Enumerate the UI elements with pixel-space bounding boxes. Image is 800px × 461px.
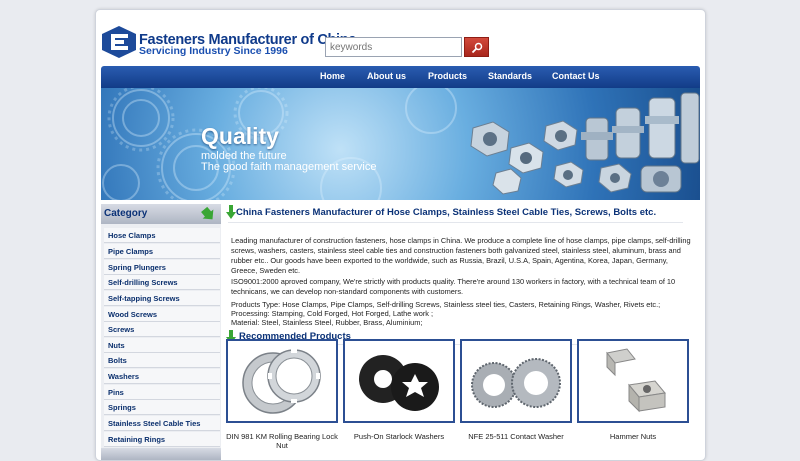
search-input[interactable] <box>325 37 462 57</box>
page-heading: China Fasteners Manufacturer of Hose Cla… <box>236 207 657 218</box>
product-card-contact-washer[interactable] <box>460 339 572 423</box>
product-label[interactable]: DIN 981 KM Rolling Bearing Lock Nut <box>224 432 340 450</box>
sidebar-item-spring-plungers[interactable]: Spring Plungers <box>104 260 220 275</box>
page-frame: Fasteners Manufacturer of China Servicin… <box>95 9 706 461</box>
arrow-down-icon <box>226 205 236 219</box>
banner-headline: Quality <box>201 123 279 149</box>
company-logo[interactable] <box>102 26 136 58</box>
nav-home[interactable]: Home <box>320 71 345 81</box>
nav-products[interactable]: Products <box>428 71 467 81</box>
hero-banner: Quality molded the future The good faith… <box>101 88 700 200</box>
site-tagline: Servicing Industry Since 1996 <box>139 45 288 57</box>
contact-washer-image <box>471 358 561 408</box>
product-label[interactable]: Push-On Starlock Washers <box>341 432 457 441</box>
sidebar-item-washers[interactable]: Washers <box>104 369 220 384</box>
gears-fasteners-image <box>102 88 700 200</box>
starlock-washer-image <box>359 355 439 411</box>
banner-slogan-2: The good faith management service <box>201 161 377 173</box>
product-card-starlock-washers[interactable] <box>343 339 455 423</box>
category-sidebar: Category Hose Clamps Pipe Clamps Spring … <box>101 204 221 460</box>
arrow-down-icon <box>201 206 214 220</box>
sidebar-item-self-tapping-screws[interactable]: Self-tapping Screws <box>104 291 220 306</box>
intro-paragraph: Leading manufacturer of construction fas… <box>231 236 691 275</box>
hammer-nut-image <box>606 348 666 413</box>
sidebar-item-nuts[interactable]: Nuts <box>104 338 220 353</box>
sidebar-item-pipe-clamps[interactable]: Pipe Clamps <box>104 244 220 259</box>
sidebar-item-springs[interactable]: Springs <box>104 400 220 415</box>
divider <box>228 222 683 223</box>
sidebar-item-hose-clamps[interactable]: Hose Clamps <box>104 228 220 243</box>
lock-nut-image <box>242 349 321 414</box>
product-label[interactable]: NFE 25-511 Contact Washer <box>458 432 574 441</box>
category-header: Category <box>101 204 221 224</box>
search-icon <box>471 42 483 54</box>
product-card-lock-nut[interactable] <box>226 339 338 423</box>
nav-about-us[interactable]: About us <box>367 71 406 81</box>
product-label[interactable]: Hammer Nuts <box>575 432 691 441</box>
sidebar-item-pins[interactable]: Pins <box>104 385 220 400</box>
sidebar-item-stainless-steel-cable-ties[interactable]: Stainless Steel Cable Ties <box>104 416 220 431</box>
search-button[interactable] <box>464 37 489 57</box>
nav-contact-us[interactable]: Contact Us <box>552 71 600 81</box>
sidebar-item-screws[interactable]: Screws <box>104 322 220 337</box>
nav-standards[interactable]: Standards <box>488 71 532 81</box>
main-content: China Fasteners Manufacturer of Hose Cla… <box>226 204 696 460</box>
material-line: Material: Steel, Stainless Steel, Rubber… <box>231 318 423 327</box>
main-nav: Home About us Products Standards Contact… <box>101 66 700 88</box>
sidebar-item-self-drilling-screws[interactable]: Self-drilling Screws <box>104 275 220 290</box>
quality-paragraph: ISO9001:2000 aproved company, We're stri… <box>231 277 676 296</box>
category-title: Category <box>104 208 148 219</box>
sidebar-item-bolts[interactable]: Bolts <box>104 353 220 368</box>
sidebar-item-retaining-rings[interactable]: Retaining Rings <box>104 432 220 447</box>
product-card-hammer-nuts[interactable] <box>577 339 689 423</box>
sidebar-item-wood-screws[interactable]: Wood Screws <box>104 307 220 322</box>
